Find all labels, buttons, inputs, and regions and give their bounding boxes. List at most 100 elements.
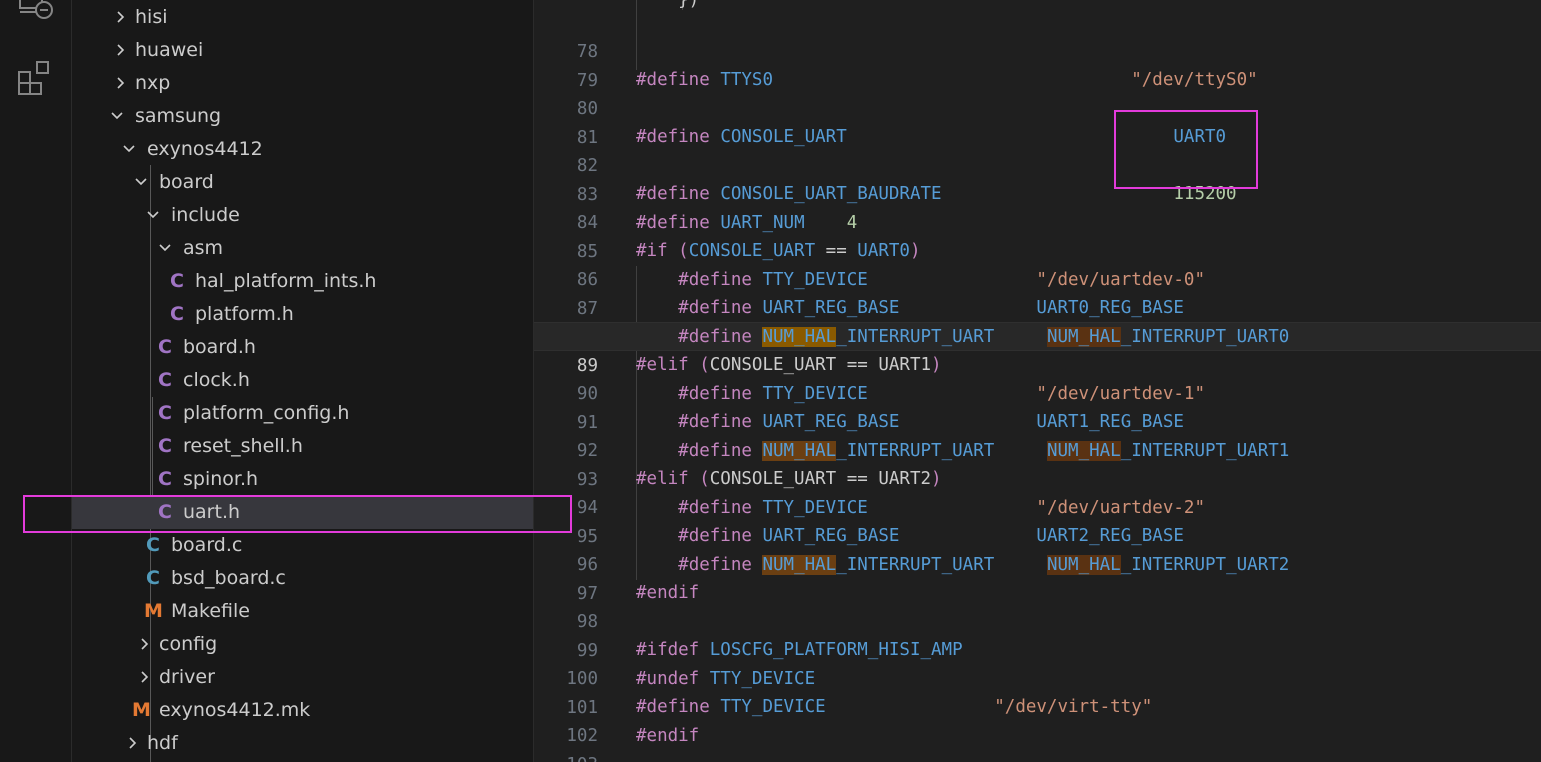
tree-item-label: include [171, 204, 240, 226]
tree-folder-hisi[interactable]: hisi [72, 1, 533, 34]
code-line: 82 #define CONSOLE_UART UART0 [534, 123, 1541, 176]
tree-item-label: uart.h [183, 501, 241, 523]
code-line: 96 #define UART_REG_BASE UART2_REG_BASE [534, 522, 1541, 575]
tree-item-label: huawei [135, 39, 204, 61]
code-text: #if (CONSOLE_UART == UART0) [636, 241, 921, 261]
tree-folder-config[interactable]: config [72, 628, 533, 661]
tree-file-board-c[interactable]: C board.c [72, 529, 533, 562]
tree-item-label: reset_shell.h [183, 435, 303, 457]
code-text: #elif (CONSOLE_UART == UART2) [636, 469, 942, 489]
tree-file-uart-h[interactable]: C uart.h [72, 496, 533, 529]
c-source-file-icon: C [146, 534, 160, 556]
chevron-right-icon [117, 44, 125, 56]
tree-folder-asm[interactable]: asm [72, 232, 533, 265]
code-line: 81 [534, 95, 1541, 148]
code-text: #endif [636, 726, 700, 746]
tree-file-board-h[interactable]: C board.h [72, 331, 533, 364]
code-line: 83 [534, 152, 1541, 205]
chevron-right-icon [117, 11, 125, 23]
tree-file-makefile[interactable]: M Makefile [72, 595, 533, 628]
code-line: 84 #define CONSOLE_UART_BAUDRATE 115200 [534, 180, 1541, 233]
c-source-file-icon: C [146, 567, 160, 589]
code-line: 92 #define UART_REG_BASE UART1_REG_BASE [534, 408, 1541, 461]
tree-item-label: driver [159, 666, 215, 688]
tree-item-label: bsd_board.c [171, 567, 286, 589]
code-text: #endif [636, 583, 700, 603]
line-number: 103 [534, 751, 598, 762]
code-line-current: 89 #define NUM_HAL_INTERRUPT_UART NUM_HA… [534, 322, 1541, 376]
code-line: 98 #endif [534, 579, 1541, 632]
tree-item-label: nxp [135, 72, 171, 94]
code-line: 80 #define TTYS0 "/dev/ttyS0" [534, 66, 1541, 119]
tree-folder-board[interactable]: board [72, 166, 533, 199]
tree-file-reset-shell-h[interactable]: C reset_shell.h [72, 430, 533, 463]
chevron-down-icon [159, 244, 171, 252]
chevron-down-icon [111, 112, 123, 120]
tree-item-label: Makefile [171, 600, 250, 622]
tree-item-label: hdf [147, 732, 178, 754]
tree-file-platform-config-h[interactable]: C platform_config.h [72, 397, 533, 430]
code-line: 97 #define NUM_HAL_INTERRUPT_UART NUM_HA… [534, 551, 1541, 604]
extensions-icon[interactable] [18, 60, 54, 96]
chevron-right-icon [141, 638, 149, 650]
tree-file-clock-h[interactable]: C clock.h [72, 364, 533, 397]
code-line: 93 #define NUM_HAL_INTERRUPT_UART NUM_HA… [534, 437, 1541, 490]
code-text: #define NUM_HAL_INTERRUPT_UART NUM_HAL_I… [678, 555, 1290, 575]
tree-item-label: samsung [135, 105, 222, 127]
c-header-file-icon: C [158, 402, 172, 424]
tree-folder-huawei[interactable]: huawei [72, 34, 533, 67]
code-text: #define TTYS0 "/dev/ttyS0" [636, 70, 1258, 90]
tree-folder-hdf[interactable]: hdf [72, 727, 533, 760]
code-text: #define UART_NUM 4 [636, 213, 858, 233]
code-text: #define TTY_DEVICE "/dev/uartdev-1" [678, 384, 1205, 404]
file-explorer: hisi huawei nxp samsung exynos4412 board… [72, 0, 534, 762]
tree-file-platform-h[interactable]: C platform.h [72, 298, 533, 331]
c-header-file-icon: C [158, 336, 172, 358]
makefile-icon: M [132, 699, 151, 721]
tree-item-label: hisi [135, 6, 168, 28]
tree-file-spinor-h[interactable]: C spinor.h [72, 463, 533, 496]
c-header-file-icon: C [158, 435, 172, 457]
code-text: #define TTY_DEVICE "/dev/uartdev-0" [678, 270, 1205, 290]
code-text: #define TTY_DEVICE "/dev/virt-tty" [636, 697, 1153, 717]
code-line: 91 #define TTY_DEVICE "/dev/uartdev-1" [534, 380, 1541, 433]
code-line: 95 #define TTY_DEVICE "/dev/uartdev-2" [534, 494, 1541, 547]
tree-folder-include[interactable]: include [72, 199, 533, 232]
tree-item-label: clock.h [183, 369, 250, 391]
c-header-file-icon: C [158, 369, 172, 391]
remote-explorer-icon[interactable] [18, 0, 54, 22]
tree-item-label: asm [183, 237, 224, 259]
tree-folder-nxp[interactable]: nxp [72, 67, 533, 100]
code-line: 94 #elif (CONSOLE_UART == UART2) [534, 465, 1541, 518]
c-header-file-icon: C [170, 270, 184, 292]
tree-file-hal-platform-ints-h[interactable]: C hal_platform_ints.h [72, 265, 533, 298]
c-header-file-icon: C [170, 303, 184, 325]
code-line: 78 [534, 9, 1541, 62]
tree-item-label: board [159, 171, 214, 193]
code-text: #define CONSOLE_UART_BAUDRATE 115200 [636, 184, 1237, 204]
code-line: 87 #define TTY_DEVICE "/dev/uartdev-0" [534, 266, 1541, 319]
code-text: #define TTY_DEVICE "/dev/uartdev-2" [678, 498, 1205, 518]
tree-folder-driver[interactable]: driver [72, 661, 533, 694]
tree-folder-samsung[interactable]: samsung [72, 100, 533, 133]
tree-folder-exynos4412[interactable]: exynos4412 [72, 133, 533, 166]
tree-item-label: platform.h [195, 303, 294, 325]
code-line: 103 #endif [534, 722, 1541, 762]
code-line: 101 #undef TTY_DEVICE [534, 665, 1541, 718]
code-line: 90 #elif (CONSOLE_UART == UART1) [534, 351, 1541, 404]
tree-item-label: platform_config.h [183, 402, 350, 424]
tree-item-label: spinor.h [183, 468, 259, 490]
makefile-icon: M [144, 600, 163, 622]
code-line: 99 [534, 608, 1541, 661]
chevron-down-icon [135, 178, 147, 186]
tree-file-exynos4412-mk[interactable]: M exynos4412.mk [72, 694, 533, 727]
tree-file-bsd-board-c[interactable]: C bsd_board.c [72, 562, 533, 595]
code-text: #elif (CONSOLE_UART == UART1) [636, 355, 942, 375]
code-text: #define UART_REG_BASE UART0_REG_BASE [678, 298, 1184, 318]
code-line: 102 #define TTY_DEVICE "/dev/virt-tty" [534, 693, 1541, 746]
code-text: #define UART_REG_BASE UART2_REG_BASE [678, 526, 1184, 546]
code-line: 85 #define UART_NUM 4 [534, 209, 1541, 262]
code-editor[interactable]: }) 78 79 80 #define TTYS0 "/dev/ttyS0" 8… [534, 0, 1541, 762]
code-text: #undef TTY_DEVICE [636, 669, 816, 689]
code-text: #define NUM_HAL_INTERRUPT_UART NUM_HAL_I… [678, 327, 1290, 347]
